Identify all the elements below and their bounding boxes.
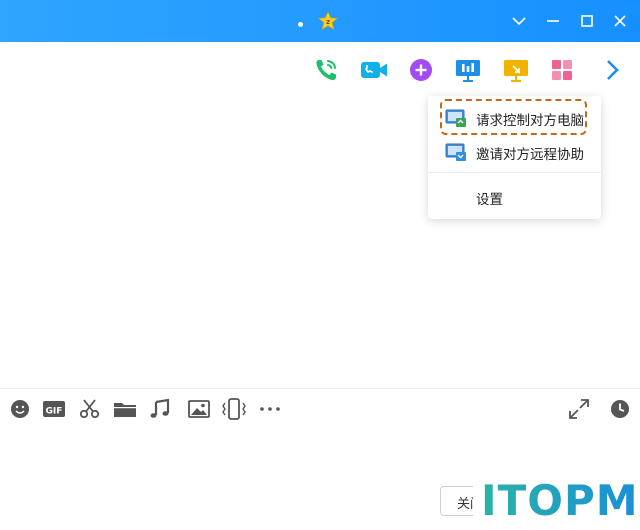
- maximize-icon[interactable]: [577, 11, 597, 31]
- folder-icon[interactable]: [113, 398, 137, 420]
- close-icon[interactable]: [610, 11, 630, 31]
- shake-icon[interactable]: [222, 398, 246, 420]
- menu-item-label: 邀请对方远程协助: [476, 147, 584, 163]
- video-call-icon[interactable]: [358, 54, 390, 86]
- remote-desktop-icon: [445, 143, 466, 161]
- gif-icon[interactable]: GIF: [42, 398, 66, 420]
- voice-call-icon[interactable]: [310, 54, 342, 86]
- screen-share-icon[interactable]: [452, 54, 484, 86]
- remote-desktop-icon: [445, 109, 466, 127]
- menu-item-invite-assist[interactable]: 邀请对方远程协助: [428, 135, 601, 169]
- star-icon: z: [318, 11, 338, 31]
- watermark-text: ITOPM: [481, 476, 639, 525]
- more-icon[interactable]: [258, 398, 282, 420]
- menu-item-settings[interactable]: 设置: [428, 180, 601, 214]
- menu-item-request-control[interactable]: 请求控制对方电脑: [428, 101, 601, 135]
- watermark-logo: ITOPM: [473, 474, 640, 530]
- remote-assist-icon[interactable]: [500, 54, 532, 86]
- menu-item-label: 请求控制对方电脑: [476, 113, 584, 129]
- scissors-icon[interactable]: [78, 398, 102, 420]
- history-clock-icon[interactable]: [608, 398, 632, 420]
- chevron-down-icon[interactable]: [509, 11, 529, 31]
- toolbar-divider: [0, 388, 640, 389]
- remote-dropdown-menu: 请求控制对方电脑 邀请对方远程协助 设置: [428, 96, 601, 219]
- expand-icon[interactable]: [567, 398, 591, 420]
- menu-divider: [428, 172, 601, 173]
- title-dot: [298, 22, 303, 27]
- music-icon[interactable]: [148, 398, 172, 420]
- menu-item-label: 设置: [476, 192, 503, 208]
- svg-text:z: z: [326, 18, 330, 26]
- add-app-icon[interactable]: [405, 54, 437, 86]
- title-bar: z: [0, 0, 640, 42]
- minimize-icon[interactable]: [543, 11, 563, 31]
- image-icon[interactable]: [187, 398, 211, 420]
- apps-grid-icon[interactable]: [546, 54, 578, 86]
- chevron-right-icon[interactable]: [596, 54, 628, 86]
- emoji-icon[interactable]: [9, 398, 33, 420]
- svg-text:GIF: GIF: [46, 407, 63, 417]
